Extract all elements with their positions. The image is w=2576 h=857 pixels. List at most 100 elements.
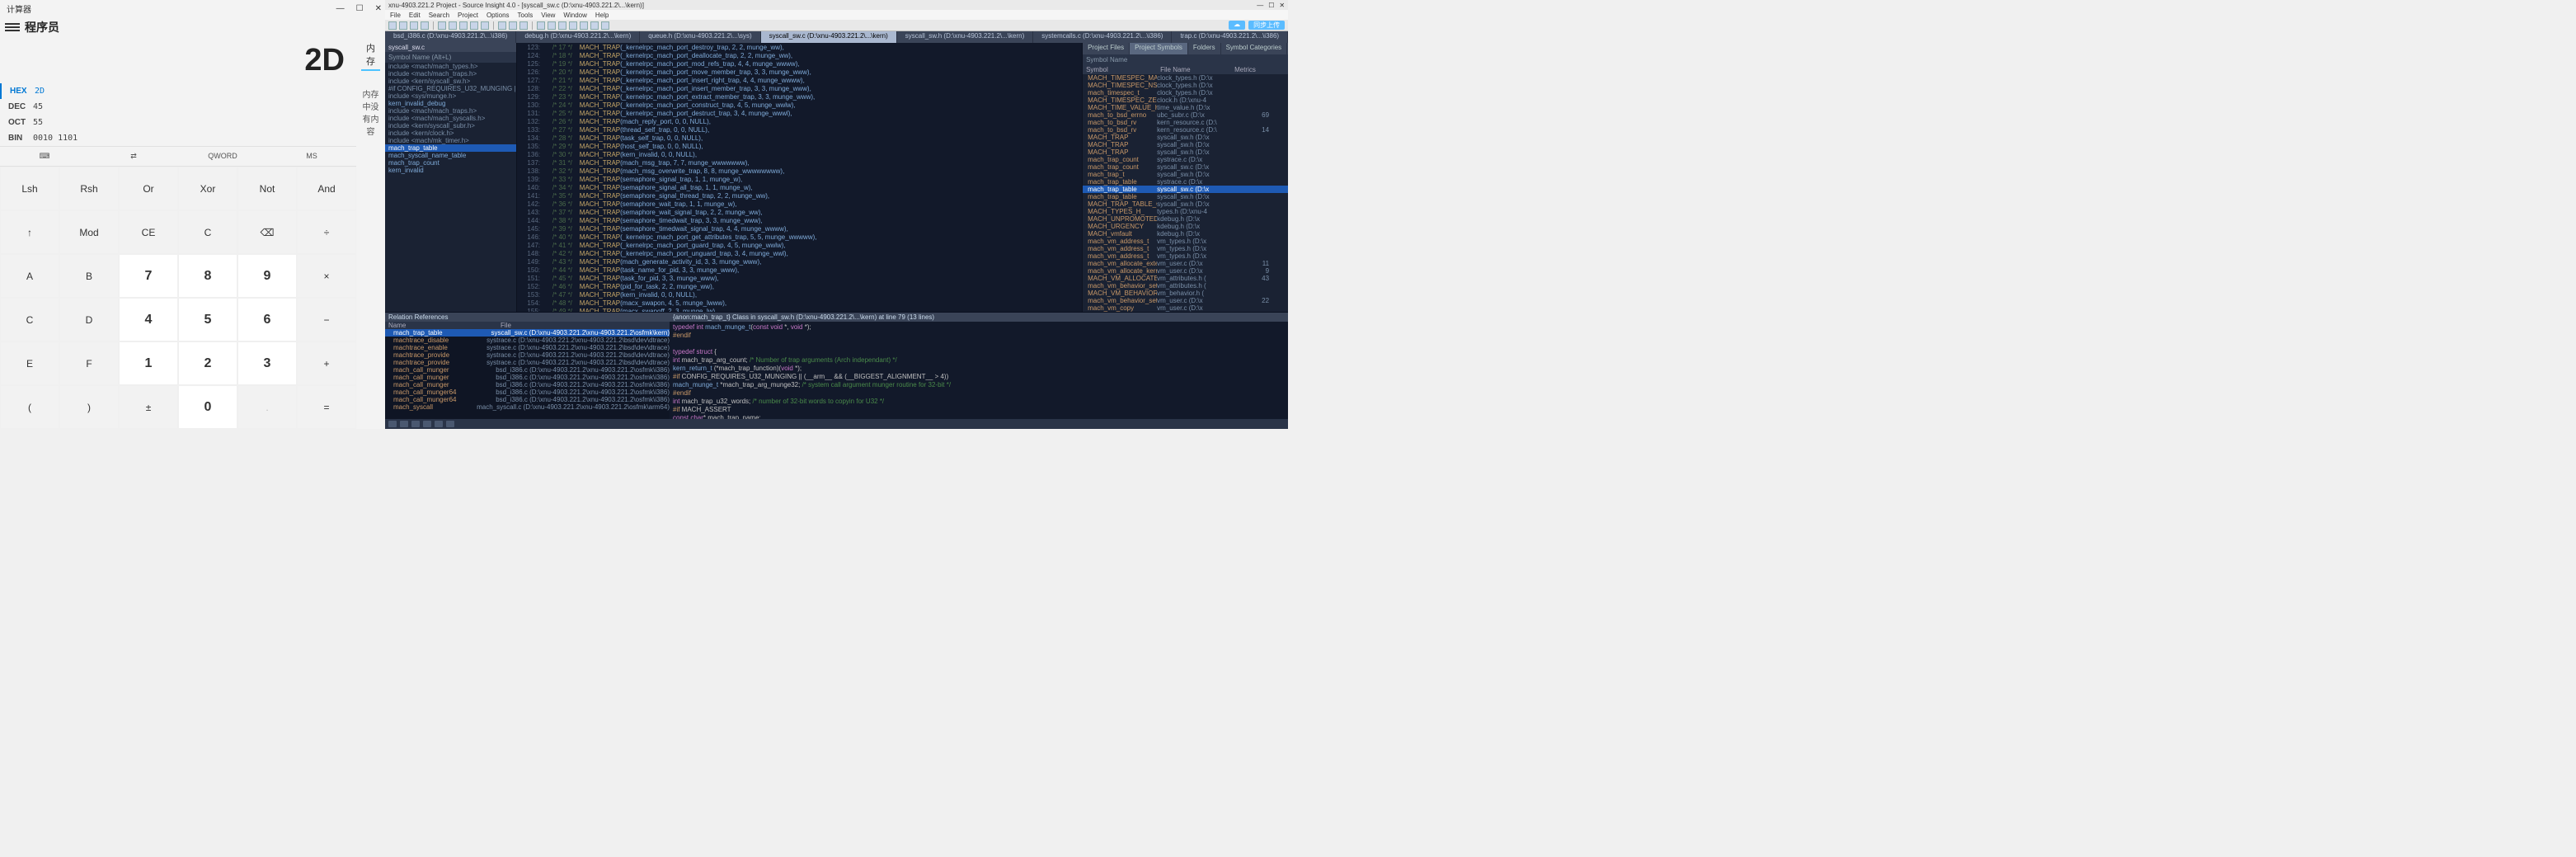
menu-search[interactable]: Search bbox=[429, 12, 449, 19]
maximize-button[interactable]: ☐ bbox=[1268, 2, 1274, 9]
memory-tab[interactable]: 内存 bbox=[361, 41, 380, 71]
symbol-name-input[interactable]: Symbol Name bbox=[1083, 54, 1288, 65]
key-E[interactable]: E bbox=[0, 341, 59, 385]
project-symbol-row[interactable]: MACH_TRAPsyscall_sw.h (D:\x bbox=[1083, 141, 1288, 148]
file-tab[interactable]: systemcalls.c (D:\xnu-4903.221.2\...\i38… bbox=[1033, 31, 1172, 43]
symbol-filter-input[interactable]: Symbol Name (Alt+L) bbox=[385, 52, 516, 63]
relation-row[interactable]: mach_trap_tablesyscall_sw.c (D:\xnu-4903… bbox=[385, 329, 670, 337]
project-symbol-row[interactable]: MACH_UNPROMOTEDkdebug.h (D:\x bbox=[1083, 215, 1288, 223]
status-icon[interactable] bbox=[446, 421, 454, 427]
tb-icon[interactable] bbox=[519, 21, 528, 30]
key-9[interactable]: 9 bbox=[237, 254, 297, 298]
tb-icon[interactable] bbox=[537, 21, 545, 30]
symbol-item[interactable]: kern_invalid_debug bbox=[385, 100, 516, 107]
key-A[interactable]: A bbox=[0, 254, 59, 298]
file-tab[interactable]: syscall_sw.c (D:\xnu-4903.221.2\...\kern… bbox=[761, 31, 897, 43]
relation-row[interactable]: machtrace_enablesystrace.c (D:\xnu-4903.… bbox=[385, 344, 670, 351]
tb-icon[interactable] bbox=[569, 21, 577, 30]
key-C[interactable]: C bbox=[0, 298, 59, 341]
project-symbol-row[interactable]: mach_trap_tsyscall_sw.h (D:\x bbox=[1083, 171, 1288, 178]
status-icon[interactable] bbox=[388, 421, 397, 427]
base-row-dec[interactable]: DEC45 bbox=[0, 99, 356, 115]
maximize-button[interactable]: ☐ bbox=[356, 4, 364, 13]
key-0[interactable]: 0 bbox=[178, 385, 237, 429]
project-tab[interactable]: Project Files bbox=[1083, 43, 1130, 54]
project-symbol-row[interactable]: mach_vm_address_tvm_types.h (D:\x bbox=[1083, 245, 1288, 252]
project-symbol-row[interactable]: MACH_vmfaultkdebug.h (D:\x bbox=[1083, 230, 1288, 238]
symbol-item[interactable]: mach_trap_count bbox=[385, 159, 516, 167]
project-symbol-row[interactable]: mach_trap_tablesystrace.c (D:\x bbox=[1083, 178, 1288, 186]
key-Mod[interactable]: Mod bbox=[59, 210, 119, 254]
project-symbol-row[interactable]: mach_vm_address_tvm_types.h (D:\x bbox=[1083, 252, 1288, 260]
tb-icon[interactable] bbox=[590, 21, 599, 30]
project-symbol-row[interactable]: MACH_VM_BEHAVIOR_H_vm_behavior.h ( bbox=[1083, 290, 1288, 297]
base-row-oct[interactable]: OCT55 bbox=[0, 115, 356, 130]
symbol-item[interactable]: mach_trap_table bbox=[385, 144, 516, 152]
menu-tools[interactable]: Tools bbox=[518, 12, 534, 19]
project-symbol-row[interactable]: mach_to_bsd_errnoubc_subr.c (D:\x69 bbox=[1083, 111, 1288, 119]
project-symbol-row[interactable]: mach_to_bsd_rvkern_resource.c (D:\14 bbox=[1083, 126, 1288, 134]
status-icon[interactable] bbox=[423, 421, 431, 427]
file-tab[interactable]: bsd_i386.c (D:\xnu-4903.221.2\...\i386) bbox=[385, 31, 516, 43]
relation-row[interactable]: machtrace_providesystrace.c (D:\xnu-4903… bbox=[385, 359, 670, 366]
symbol-item[interactable]: include <mach/mk_timer.h> bbox=[385, 137, 516, 144]
project-symbol-row[interactable]: MACH_TRAP_TABLE_COUNTsyscall_sw.h (D:\x bbox=[1083, 200, 1288, 208]
project-symbol-row[interactable]: mach_timespec_tclock_types.h (D:\x bbox=[1083, 89, 1288, 97]
tb-icon[interactable] bbox=[449, 21, 457, 30]
project-symbol-row[interactable]: mach_trap_tablesyscall_sw.h (D:\x bbox=[1083, 193, 1288, 200]
minimize-button[interactable]: — bbox=[1257, 2, 1263, 9]
project-symbol-row[interactable]: mach_vm_address_tvm_types.h (D:\x bbox=[1083, 238, 1288, 245]
col-symbol[interactable]: Symbol bbox=[1083, 65, 1157, 74]
key-Rsh[interactable]: Rsh bbox=[59, 167, 119, 210]
project-symbol-row[interactable]: mach_to_bsd_rvkern_resource.c (D:\ bbox=[1083, 119, 1288, 126]
project-symbol-row[interactable]: mach_vm_copyvm_user.c (D:\x bbox=[1083, 304, 1288, 312]
symbol-item[interactable]: include <sys/munge.h> bbox=[385, 92, 516, 100]
key-)[interactable]: ) bbox=[59, 385, 119, 429]
relation-row[interactable]: mach_call_mungerbsd_i386.c (D:\xnu-4903.… bbox=[385, 381, 670, 388]
key-And[interactable]: And bbox=[297, 167, 356, 210]
key-3[interactable]: 3 bbox=[237, 341, 297, 385]
project-symbol-row[interactable]: MACH_VM_ALLOCATE_KERNELvm_attributes.h (… bbox=[1083, 275, 1288, 282]
file-tab[interactable]: trap.c (D:\xnu-4903.221.2\...\i386) bbox=[1172, 31, 1288, 43]
symbol-item[interactable]: include <kern/syscall_subr.h> bbox=[385, 122, 516, 129]
symbol-item[interactable]: include <kern/clock.h> bbox=[385, 129, 516, 137]
tb-icon[interactable] bbox=[498, 21, 506, 30]
project-symbol-row[interactable]: MACH_TIMESPEC_ZEROclock.h (D:\xnu-4 bbox=[1083, 97, 1288, 104]
symbol-item[interactable]: #if CONFIG_REQUIRES_U32_MUNGING || (__ar… bbox=[385, 85, 516, 92]
key-−[interactable]: − bbox=[297, 298, 356, 341]
relation-row[interactable]: mach_call_munger64bsd_i386.c (D:\xnu-490… bbox=[385, 388, 670, 396]
key-CE[interactable]: CE bbox=[119, 210, 178, 254]
menu-options[interactable]: Options bbox=[487, 12, 510, 19]
tb-icon[interactable] bbox=[459, 21, 468, 30]
project-tab[interactable]: Symbol Categories bbox=[1221, 43, 1288, 54]
key-7[interactable]: 7 bbox=[119, 254, 178, 298]
minimize-button[interactable]: — bbox=[336, 4, 345, 13]
project-symbol-row[interactable]: mach_trap_countsystrace.c (D:\x bbox=[1083, 156, 1288, 163]
cloud-sync-icon[interactable]: ☁ bbox=[1229, 21, 1245, 30]
key-C[interactable]: C bbox=[178, 210, 237, 254]
tool-1[interactable]: ⇄ bbox=[89, 147, 178, 166]
tb-icon[interactable] bbox=[580, 21, 588, 30]
menu-edit[interactable]: Edit bbox=[409, 12, 421, 19]
key-Lsh[interactable]: Lsh bbox=[0, 167, 59, 210]
key-=[interactable]: = bbox=[297, 385, 356, 429]
symbol-item[interactable]: kern_invalid bbox=[385, 167, 516, 174]
tool-0[interactable]: ⌨ bbox=[0, 147, 89, 166]
tb-icon[interactable] bbox=[470, 21, 478, 30]
status-icon[interactable] bbox=[435, 421, 443, 427]
project-symbol-row[interactable]: mach_vm_behavior_setvm_user.c (D:\x22 bbox=[1083, 297, 1288, 304]
menu-project[interactable]: Project bbox=[458, 12, 478, 19]
key-×[interactable]: × bbox=[297, 254, 356, 298]
tb-icon[interactable] bbox=[388, 21, 397, 30]
close-button[interactable]: ✕ bbox=[375, 4, 382, 13]
relation-row[interactable]: mach_call_mungerbsd_i386.c (D:\xnu-4903.… bbox=[385, 366, 670, 374]
col-metrics[interactable]: Metrics bbox=[1231, 65, 1272, 74]
key-↑[interactable]: ↑ bbox=[0, 210, 59, 254]
relation-row[interactable]: mach_syscallmach_syscall.c (D:\xnu-4903.… bbox=[385, 403, 670, 411]
tb-icon[interactable] bbox=[421, 21, 429, 30]
code-editor[interactable]: 123: /* 17 */ MACH_TRAP(_kernelrpc_mach_… bbox=[517, 43, 1082, 312]
key-2[interactable]: 2 bbox=[178, 341, 237, 385]
tb-icon[interactable] bbox=[558, 21, 566, 30]
col-name[interactable]: Name bbox=[385, 322, 501, 329]
tb-icon[interactable] bbox=[399, 21, 407, 30]
